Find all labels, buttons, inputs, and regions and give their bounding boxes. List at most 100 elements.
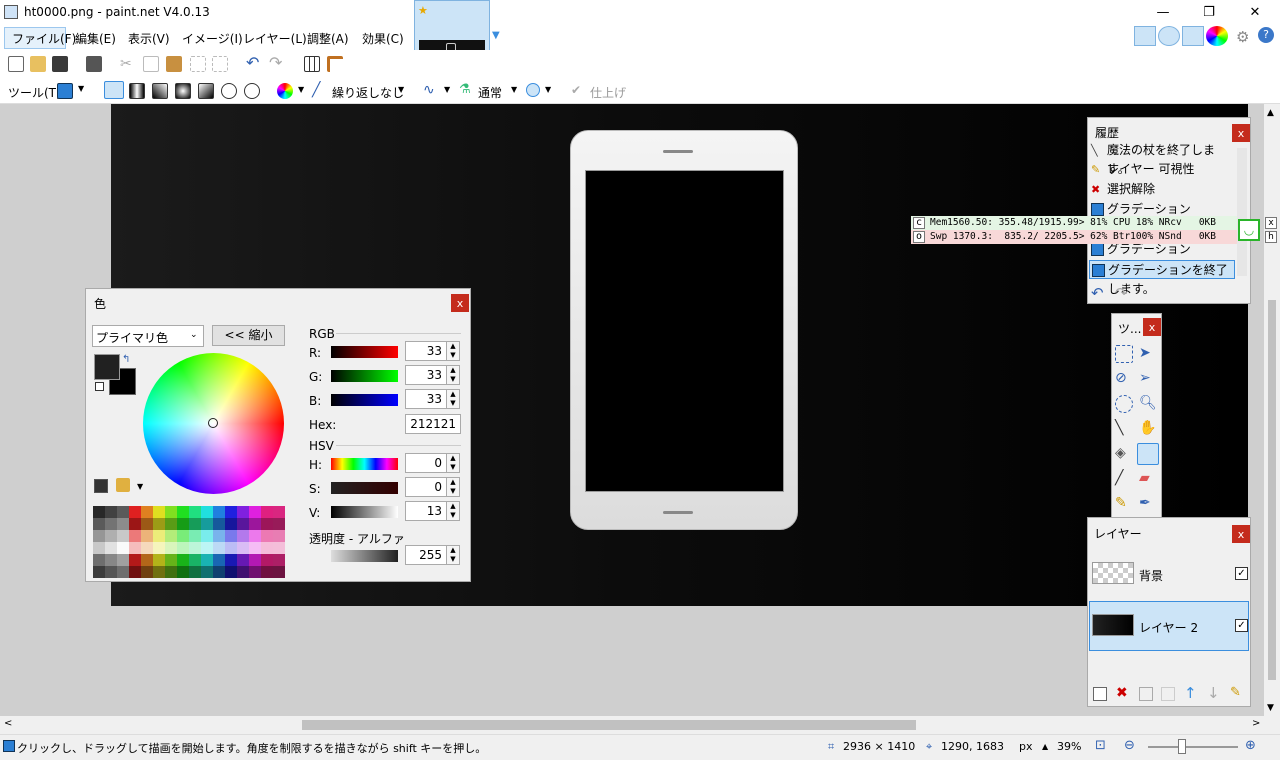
wrap-dropdown-icon[interactable]: ▼ [398,85,404,94]
settings-icon[interactable]: ⚙ [1236,28,1249,46]
horizontal-scroll-thumb[interactable] [302,720,916,730]
palette-swatch[interactable] [273,542,285,554]
save-icon[interactable] [52,56,68,72]
history-close-icon[interactable]: x [1232,124,1250,142]
move-layer-up-icon[interactable]: ↑ [1184,684,1197,702]
magic-wand-icon[interactable]: ╲ [1115,420,1133,438]
palette-swatch[interactable] [273,518,285,530]
palette-swatch[interactable] [249,566,261,578]
palette-swatch[interactable] [129,506,141,518]
palette-swatch[interactable] [129,518,141,530]
palette-swatch[interactable] [249,542,261,554]
palette-swatch[interactable] [117,542,129,554]
eraser-icon[interactable]: ▰ [1139,470,1157,488]
palette-swatch[interactable] [105,530,117,542]
tool-dropdown-icon[interactable]: ▼ [78,84,84,93]
zoom-out-icon[interactable]: ⊖ [1124,738,1135,753]
r-value[interactable]: 33 [405,341,447,361]
palette-swatch[interactable] [237,542,249,554]
palette-swatch[interactable] [93,554,105,566]
paste-icon[interactable] [166,56,182,72]
move-pixels-icon[interactable]: ➢ [1139,370,1157,388]
move-selection-icon[interactable]: ➤ [1139,345,1157,363]
palette-swatch[interactable] [189,518,201,530]
color-mode-icon[interactable] [277,83,293,99]
gradient-tool-selected-icon[interactable] [1137,443,1159,465]
help-icon[interactable]: ? [1258,27,1274,43]
palette-swatch[interactable] [201,566,213,578]
palette-swatch[interactable] [105,542,117,554]
palette-swatch[interactable] [177,566,189,578]
r-slider[interactable] [331,346,398,358]
palette-swatch[interactable] [165,530,177,542]
palette-swatch[interactable] [117,518,129,530]
palette-swatch[interactable] [249,530,261,542]
g-slider[interactable] [331,370,398,382]
palette-swatch[interactable] [225,542,237,554]
history-scrollbar[interactable] [1237,148,1247,276]
color-mode-dropdown-icon[interactable]: ▼ [298,85,304,94]
palette-swatch[interactable] [273,566,285,578]
palette-swatch[interactable] [153,518,165,530]
palette-swatch[interactable] [213,566,225,578]
perf-close-button[interactable]: x [1265,217,1277,229]
palette-swatch[interactable] [237,506,249,518]
history-undo-icon[interactable]: ↶ [1091,284,1104,302]
palette-swatch[interactable] [153,554,165,566]
pencil-icon[interactable]: ✎ [1115,495,1133,513]
antialias-dropdown-icon[interactable]: ▼ [444,85,450,94]
close-button[interactable]: ✕ [1232,0,1278,24]
v-value[interactable]: 13 [405,501,447,521]
palette-swatch[interactable] [201,554,213,566]
palette-swatch[interactable] [93,566,105,578]
alpha-spinner[interactable]: ▲ ▼ [446,545,460,565]
s-value[interactable]: 0 [405,477,447,497]
palette-swatch[interactable] [225,530,237,542]
finish-button[interactable]: 仕上げ [590,84,626,101]
wrap-mode-select[interactable]: 繰り返しなし [332,84,404,101]
palette-swatch[interactable] [225,554,237,566]
palette-swatch[interactable] [213,530,225,542]
s-slider[interactable] [331,482,398,494]
palette-swatch[interactable] [249,506,261,518]
palette-swatch[interactable] [189,530,201,542]
history-item[interactable]: ✖ 選択解除 [1089,180,1235,199]
zoom-slider-thumb[interactable] [1178,739,1186,754]
grid-icon[interactable] [304,56,320,72]
menu-layer[interactable]: レイヤー(L) [243,30,307,46]
palette-swatch[interactable] [153,506,165,518]
vertical-scroll-thumb[interactable] [1268,300,1276,680]
blend-mode-select[interactable]: 通常 [478,84,502,101]
palette-swatch[interactable] [213,542,225,554]
zoom-slider[interactable] [1148,746,1238,748]
alpha-value[interactable]: 255 [405,545,447,565]
linear-gradient-icon[interactable] [104,81,124,99]
palette-swatch[interactable] [261,566,273,578]
lasso-icon[interactable]: ⊘ [1115,370,1133,388]
history-toggle-icon[interactable] [1158,26,1180,46]
palette-swatch[interactable] [177,506,189,518]
crop-icon[interactable] [190,56,206,72]
palette-swatch[interactable] [249,554,261,566]
palette-swatch[interactable] [105,566,117,578]
palette-swatch[interactable] [201,518,213,530]
units-dropdown-icon[interactable]: ▲ [1042,742,1048,751]
tools-toggle-icon[interactable] [1134,26,1156,46]
cut-icon[interactable]: ✂ [120,56,136,72]
v-slider[interactable] [331,506,398,518]
r-spinner[interactable]: ▲ ▼ [446,341,460,361]
move-layer-down-icon[interactable]: ↓ [1207,684,1220,702]
palette-swatch[interactable] [177,518,189,530]
palette-swatch[interactable] [165,506,177,518]
palette-swatch[interactable] [165,554,177,566]
palette-swatch[interactable] [273,530,285,542]
alpha-slider[interactable] [331,550,398,562]
zoom-icon[interactable]: 🔍︎ [1139,395,1157,413]
tools-close-icon[interactable]: x [1143,318,1161,336]
print-icon[interactable] [86,56,102,72]
merge-layer-icon[interactable] [1161,687,1175,701]
palette-swatch[interactable] [129,554,141,566]
color-wheel-cursor[interactable] [208,418,218,428]
gradient-tool-icon[interactable] [57,83,73,99]
palette-swatch[interactable] [93,530,105,542]
